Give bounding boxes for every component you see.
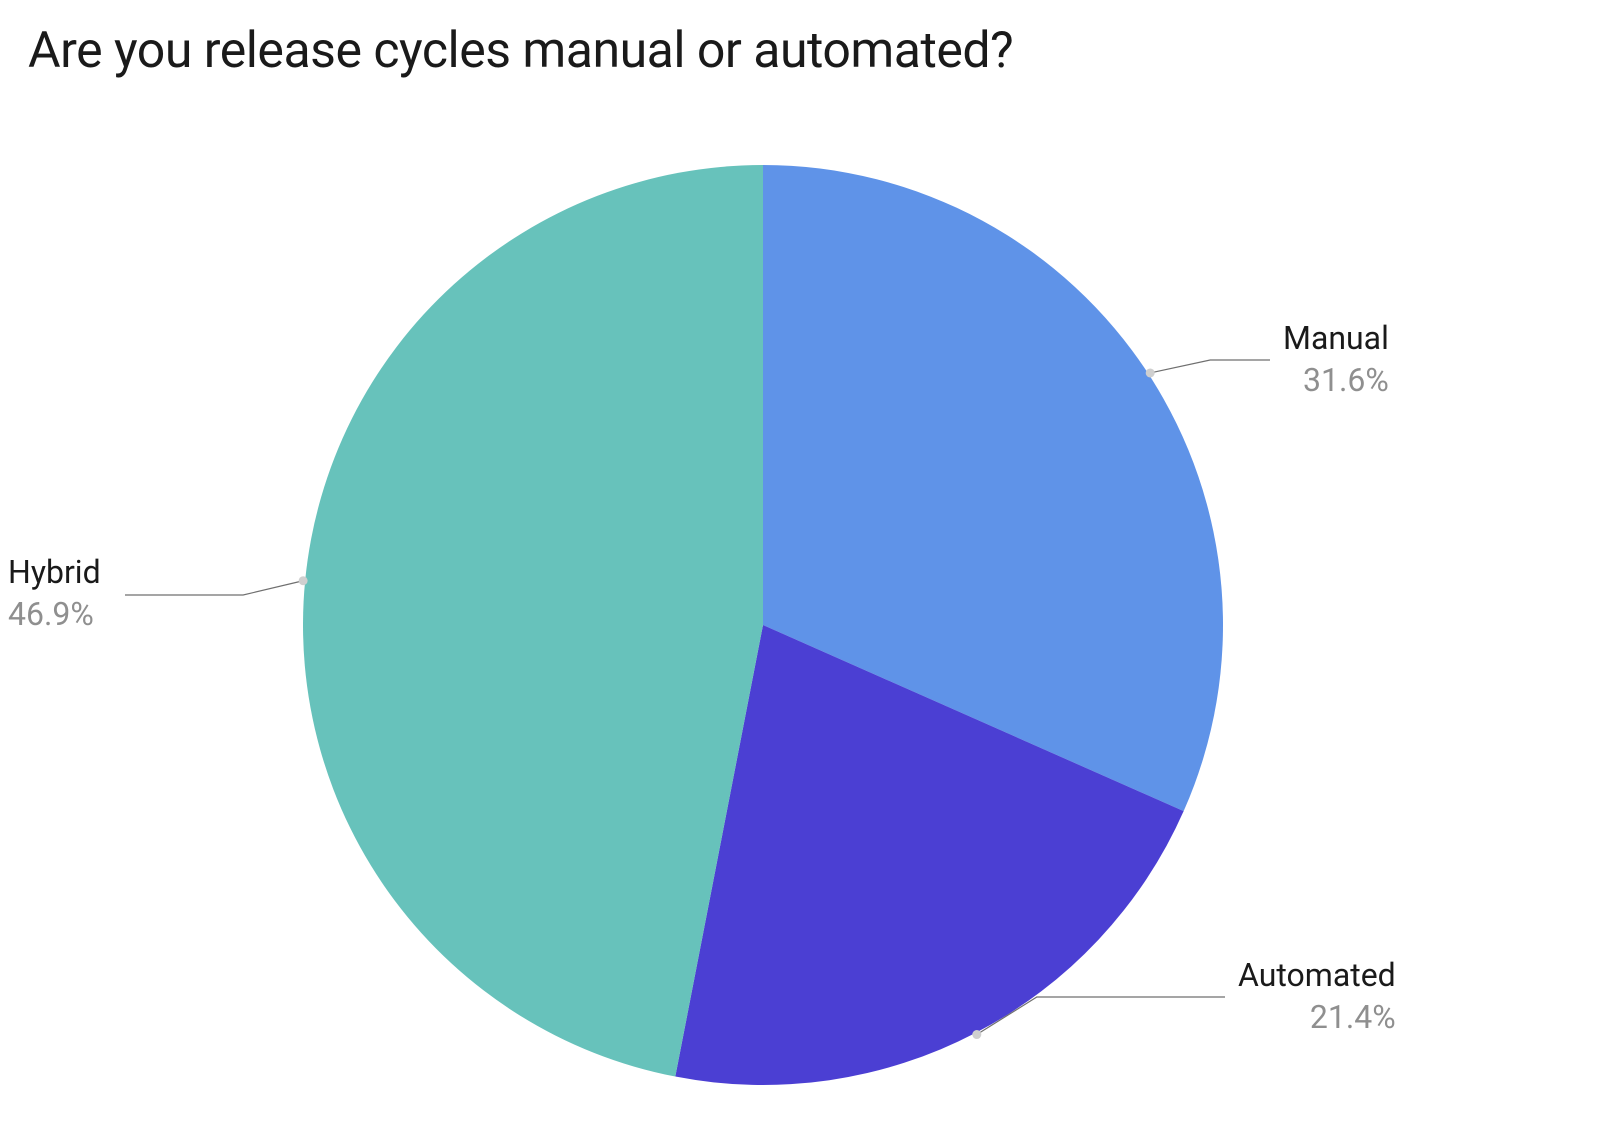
leader-dot <box>972 1030 981 1039</box>
leader-line <box>1150 360 1270 373</box>
leader-line <box>125 581 303 595</box>
pie-label-manual: Manual 31.6% <box>1283 318 1389 401</box>
pie-slice-hybrid <box>303 165 763 1077</box>
pie-label-manual-pct: 31.6% <box>1283 360 1389 402</box>
pie-label-automated-name: Automated <box>1238 955 1396 997</box>
leader-dot <box>299 576 308 585</box>
pie-label-automated: Automated 21.4% <box>1238 955 1396 1038</box>
pie-label-hybrid-pct: 46.9% <box>8 594 120 636</box>
pie-label-hybrid-name: Hybrid <box>8 552 120 594</box>
leader-dot <box>1146 368 1155 377</box>
pie-label-automated-pct: 21.4% <box>1238 997 1396 1039</box>
pie-label-manual-name: Manual <box>1283 318 1389 360</box>
pie-label-hybrid: Hybrid 46.9% <box>0 552 120 635</box>
